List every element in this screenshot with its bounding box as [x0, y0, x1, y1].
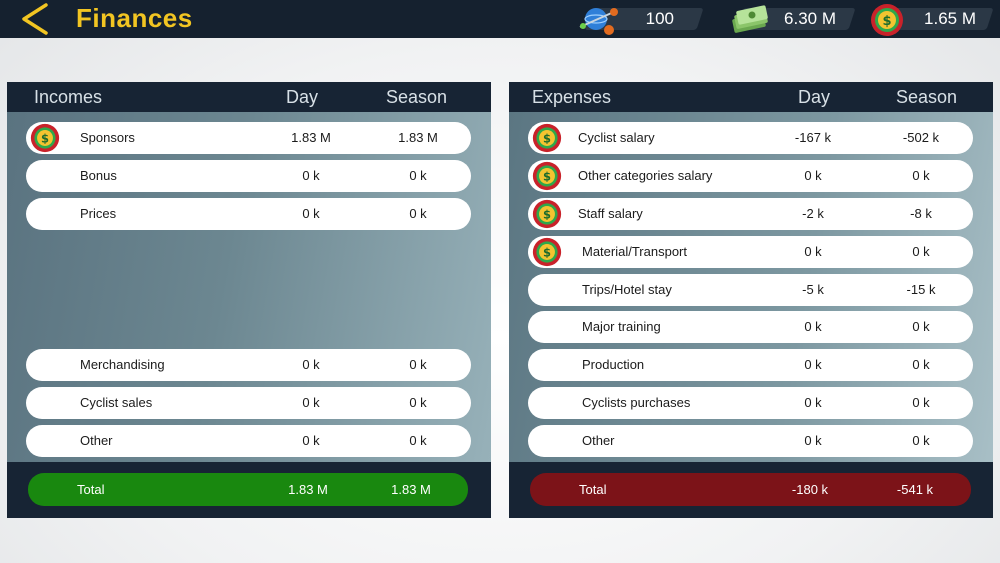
expense-season: -8 k: [910, 206, 932, 221]
expense-day: -5 k: [802, 282, 824, 297]
expense-day: -2 k: [802, 206, 824, 221]
dollar-coin-icon: $: [532, 237, 562, 267]
expense-row-staff-salary[interactable]: $ Staff salary -2 k -8 k: [528, 198, 973, 230]
income-row-merchandising[interactable]: Merchandising 0 k 0 k: [26, 349, 471, 381]
back-arrow-icon[interactable]: [16, 2, 56, 36]
expense-season: 0 k: [912, 395, 930, 410]
incomes-season-header: Season: [386, 87, 448, 107]
svg-text:$: $: [543, 245, 551, 259]
income-day: 0 k: [302, 395, 320, 410]
incomes-list: $ Sponsors 1.83 M 1.83 M Bonus 0 k 0 k P…: [7, 112, 491, 462]
expense-season: 0 k: [912, 168, 930, 183]
svg-text:$: $: [543, 169, 551, 183]
total-label: Total: [77, 482, 105, 497]
income-day: 0 k: [302, 433, 320, 448]
expenses-day-header: Day: [798, 87, 831, 107]
expense-day: 0 k: [804, 357, 822, 372]
points-value: 100: [645, 9, 674, 28]
svg-text:$: $: [543, 207, 551, 221]
income-season: 0 k: [409, 395, 427, 410]
income-season: 0 k: [409, 168, 427, 183]
expense-day: 0 k: [804, 244, 822, 259]
page-title: Finances: [76, 3, 193, 33]
svg-text:$: $: [543, 131, 551, 145]
income-label: Cyclist sales: [80, 395, 153, 410]
total-day: -180 k: [791, 482, 829, 497]
top-bar: Finances 100 6.30 M $ 1.65 M: [0, 0, 1000, 38]
income-day: 0 k: [302, 357, 320, 372]
expense-label: Major training: [582, 319, 661, 334]
income-label: Prices: [80, 206, 117, 221]
income-season: 0 k: [409, 357, 427, 372]
income-season: 1.83 M: [398, 130, 438, 145]
money-value: 6.30 M: [784, 9, 836, 28]
income-row-cyclist-sales[interactable]: Cyclist sales 0 k 0 k: [26, 387, 471, 419]
expense-row-major-training[interactable]: Major training 0 k 0 k: [528, 311, 973, 343]
expense-season: -15 k: [906, 282, 936, 297]
income-row-other[interactable]: Other 0 k 0 k: [26, 425, 471, 457]
income-row-bonus[interactable]: Bonus 0 k 0 k: [26, 160, 471, 192]
expenses-panel: Expenses Day Season $ Cyclist salary -16…: [509, 82, 993, 518]
svg-text:$: $: [882, 14, 891, 29]
expense-label: Other: [582, 433, 615, 448]
income-season: 0 k: [409, 206, 427, 221]
expense-day: 0 k: [804, 433, 822, 448]
expenses-list: $ Cyclist salary -167 k -502 k $ Other c…: [509, 112, 993, 462]
income-label: Other: [80, 433, 113, 448]
expense-season: 0 k: [912, 433, 930, 448]
money-stack-icon: [732, 5, 768, 33]
income-day: 1.83 M: [291, 130, 331, 145]
expense-label: Material/Transport: [582, 244, 687, 259]
income-season: 0 k: [409, 433, 427, 448]
expense-row-material-transport[interactable]: $ Material/Transport 0 k 0 k: [528, 236, 973, 268]
dollar-coin-icon: $: [532, 161, 562, 191]
total-day: 1.83 M: [288, 482, 328, 497]
expenses-season-header: Season: [896, 87, 958, 107]
income-label: Merchandising: [80, 357, 165, 372]
incomes-day-header: Day: [286, 87, 319, 107]
income-row-sponsors[interactable]: $ Sponsors 1.83 M 1.83 M: [26, 122, 471, 154]
expense-day: 0 k: [804, 168, 822, 183]
expense-label: Trips/Hotel stay: [582, 282, 672, 297]
expense-row-production[interactable]: Production 0 k 0 k: [528, 349, 973, 381]
total-season: 1.83 M: [391, 482, 431, 497]
expense-row-other-categories-salary[interactable]: $ Other categories salary 0 k 0 k: [528, 160, 973, 192]
income-label: Bonus: [80, 168, 117, 183]
total-season: -541 k: [896, 482, 934, 497]
expense-label: Cyclists purchases: [582, 395, 691, 410]
expense-row-trips-hotel-stay[interactable]: Trips/Hotel stay -5 k -15 k: [528, 274, 973, 306]
expense-season: 0 k: [912, 357, 930, 372]
expense-season: -502 k: [902, 130, 940, 145]
expense-label: Staff salary: [578, 206, 643, 221]
budget-value: 1.65 M: [924, 9, 976, 28]
expenses-header: Expenses: [532, 87, 612, 107]
expense-row-other[interactable]: Other 0 k 0 k: [528, 425, 973, 457]
svg-text:$: $: [41, 131, 49, 145]
expense-day: 0 k: [804, 395, 822, 410]
expense-label: Other categories salary: [578, 168, 713, 183]
expense-season: 0 k: [912, 319, 930, 334]
expense-label: Cyclist salary: [578, 130, 655, 145]
expense-row-cyclists-purchases[interactable]: Cyclists purchases 0 k 0 k: [528, 387, 973, 419]
expense-season: 0 k: [912, 244, 930, 259]
income-day: 0 k: [302, 206, 320, 221]
income-row-prices[interactable]: Prices 0 k 0 k: [26, 198, 471, 230]
dollar-coin-icon: $: [532, 199, 562, 229]
incomes-header: Incomes: [34, 87, 103, 107]
expenses-total-bar[interactable]: Total -180 k -541 k: [530, 473, 971, 506]
income-day: 0 k: [302, 168, 320, 183]
total-label: Total: [579, 482, 607, 497]
dollar-coin-icon: $: [532, 123, 562, 153]
dollar-coin-icon: $: [871, 4, 903, 36]
expense-row-cyclist-salary[interactable]: $ Cyclist salary -167 k -502 k: [528, 122, 973, 154]
expense-day: 0 k: [804, 319, 822, 334]
dollar-coin-icon: $: [30, 123, 60, 153]
incomes-total-bar[interactable]: Total 1.83 M 1.83 M: [28, 473, 468, 506]
expense-day: -167 k: [794, 130, 832, 145]
expense-label: Production: [582, 357, 645, 372]
income-label: Sponsors: [80, 130, 135, 145]
incomes-panel: Incomes Day Season $ Sponsors 1.83 M 1.8…: [7, 82, 491, 518]
